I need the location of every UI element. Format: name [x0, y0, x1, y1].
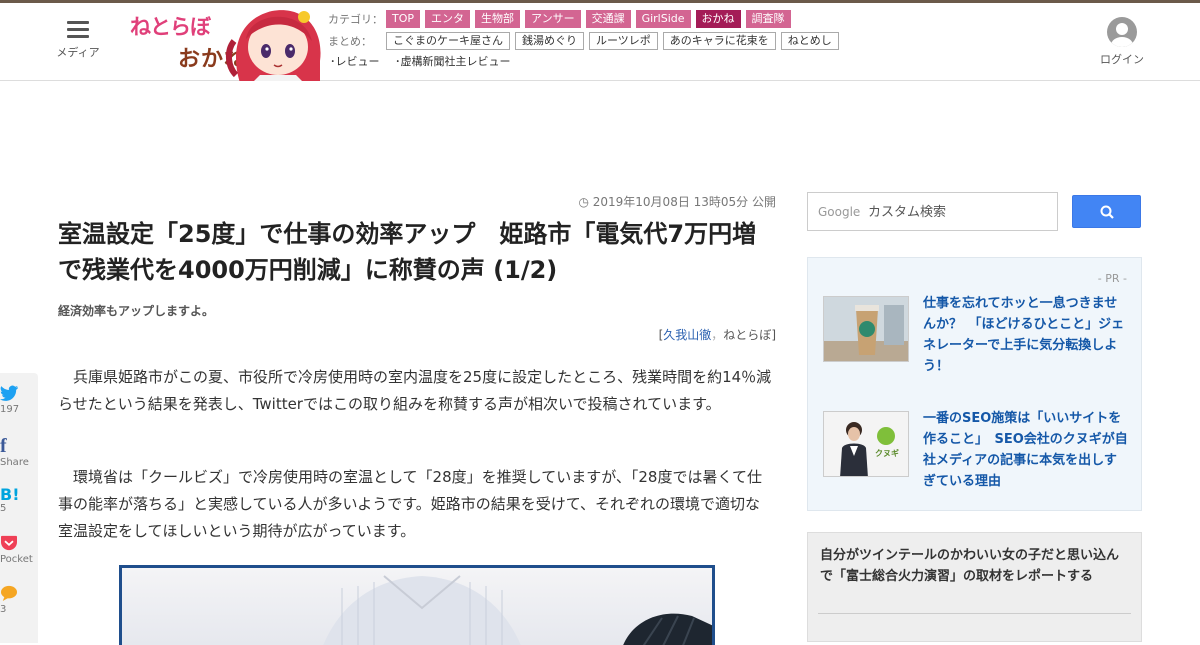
pr-label: - PR -: [1097, 272, 1127, 285]
hamburger-icon: [67, 21, 89, 39]
pr-thumbnail-person: クヌギ: [823, 411, 909, 477]
matome-link[interactable]: ルーツレポ: [589, 32, 658, 50]
article-title: 室温設定「25度」で仕事の効率アップ 姫路市「電気代7万円増で残業代を4000万…: [58, 220, 757, 284]
facebook-share-button[interactable]: f Share: [0, 435, 38, 468]
search-input[interactable]: [868, 201, 1048, 223]
matome-link[interactable]: ねとめし: [780, 32, 839, 50]
mascot-illustration-icon: [226, 10, 321, 81]
pocket-icon: [0, 535, 38, 555]
matome-link[interactable]: 銭湯めぐり: [515, 32, 584, 50]
article-paragraph: 兵庫県姫路市がこの夏、市役所で冷房使用時の室内温度を25度に設定したところ、残業…: [58, 368, 772, 413]
category-tab-enta[interactable]: エンタ: [425, 10, 471, 28]
article-photo: [119, 565, 715, 645]
article-paragraph: 環境省は「クールビズ」で冷房使用時の室温として「28度」を推奨していますが、「2…: [58, 468, 763, 540]
google-brand-label: Google: [818, 205, 861, 219]
site-header: メディア ねとらぼ おかね カテゴリ： TOP エンタ 生物部 アンサー 交通課…: [0, 3, 1200, 81]
matome-label: まとめ：: [328, 35, 372, 48]
pocket-save-button[interactable]: Pocket: [0, 535, 38, 565]
site-logo[interactable]: ねとらぼ おかね: [128, 3, 328, 81]
matome-row: まとめ： こぐまのケーキ屋さん 銭湯めぐり ルーツレポ あのキャラに花束を ねと…: [328, 31, 844, 51]
login-button[interactable]: ログイン: [1096, 17, 1148, 67]
facebook-icon: f: [0, 435, 7, 457]
category-tab-seibutsubu[interactable]: 生物部: [475, 10, 521, 28]
article-subtitle: 経済効率もアップしますよ。: [58, 304, 215, 318]
login-label: ログイン: [1100, 53, 1144, 66]
category-tab-answer[interactable]: アンサー: [525, 10, 581, 28]
media-menu-button[interactable]: メディア: [52, 21, 104, 60]
user-avatar-icon: [1107, 17, 1137, 47]
category-tab-girlside[interactable]: GirlSide: [635, 10, 691, 28]
review-link[interactable]: ･レビュー: [330, 55, 380, 68]
category-navigation: カテゴリ： TOP エンタ 生物部 アンサー 交通課 GirlSide おかね …: [328, 9, 844, 69]
matome-link[interactable]: こぐまのケーキ屋さん: [386, 32, 510, 50]
share-bar: 197 f Share B! 5 Pocket 3: [0, 373, 38, 643]
ranking-box: 自分がツインテールのかわいい女の子だと思い込んで「富士総合火力演習」の取材をレポ…: [807, 532, 1142, 642]
publish-date: ◷ 2019年10月08日 13時05分 公開: [578, 195, 776, 209]
ranking-item-link[interactable]: 自分がツインテールのかわいい女の子だと思い込んで「富士総合火力演習」の取材をレポ…: [820, 545, 1126, 587]
pr-item-title: 仕事を忘れてホッと一息つきませんか？ 「ほどけるひとこと」ジェネレーターで上手に…: [923, 296, 1125, 374]
clock-icon: ◷: [578, 195, 593, 209]
pr-thumbnail-logo-text: クヌギ: [875, 449, 899, 458]
pr-thumbnail-cup: [823, 296, 909, 362]
matome-link[interactable]: あのキャラに花束を: [662, 32, 776, 50]
twitter-icon: [0, 385, 38, 405]
comment-button[interactable]: 3: [0, 585, 38, 615]
article-byline: [久我山徹，ねとらぼ]: [658, 328, 776, 342]
twitter-share-button[interactable]: 197: [0, 385, 38, 415]
category-row: カテゴリ： TOP エンタ 生物部 アンサー 交通課 GirlSide おかね …: [328, 9, 844, 29]
category-tab-koutsuuka[interactable]: 交通課: [585, 10, 631, 28]
review-links: ･レビュー ･虚構新聞社主レビュー: [328, 53, 844, 69]
category-tab-chousatai[interactable]: 調査隊: [745, 10, 791, 28]
custom-search-box: Google: [807, 192, 1058, 231]
search-button[interactable]: [1072, 195, 1141, 228]
pr-box: - PR - 仕事を忘れてホッと一息つきませんか？ 「ほどけるひとこと」ジェネレ…: [807, 257, 1142, 511]
pr-item-title: 一番のSEO施策は「いいサイトを作ること」 SEO会社のクヌギが自社メディアの記…: [923, 411, 1128, 489]
comment-icon: [0, 585, 38, 605]
author-link[interactable]: 久我山徹: [663, 328, 711, 342]
hatena-icon: B!: [0, 485, 20, 504]
category-label: カテゴリ：: [328, 13, 383, 26]
category-tab-top[interactable]: TOP: [386, 10, 421, 28]
media-menu-label: メディア: [56, 46, 100, 59]
hatena-bookmark-button[interactable]: B! 5: [0, 485, 38, 514]
publisher-link[interactable]: ねとらぼ: [723, 328, 771, 342]
ranking-divider: [818, 613, 1131, 614]
logo-text-nlab: ねとらぼ: [130, 15, 211, 39]
kyoko-review-link[interactable]: ･虚構新聞社主レビュー: [395, 55, 511, 68]
search-icon: [1100, 205, 1114, 219]
category-tab-okane[interactable]: おかね: [695, 10, 741, 28]
